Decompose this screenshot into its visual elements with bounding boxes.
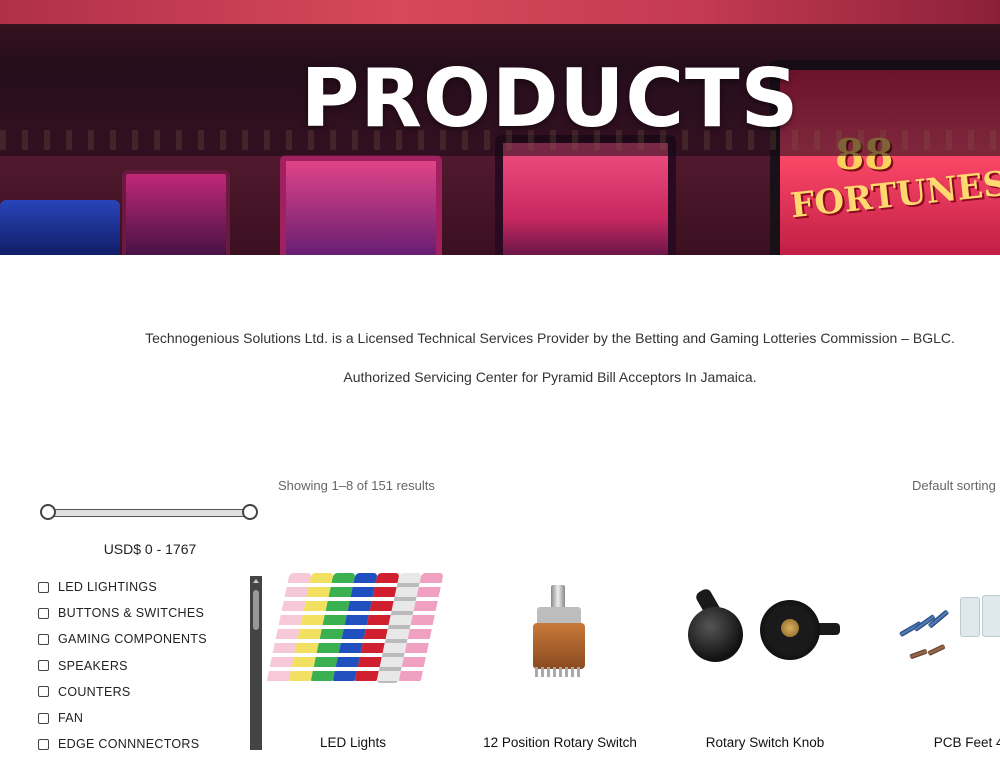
checkbox[interactable]: [38, 607, 49, 619]
screw: [909, 648, 928, 660]
price-slider-track: [48, 509, 254, 517]
scrollbar-thumb[interactable]: [253, 590, 259, 630]
intro-authorized-text: Authorized Servicing Center for Pyramid …: [343, 369, 757, 385]
screw: [927, 643, 946, 657]
scroll-up-icon[interactable]: [253, 579, 259, 583]
category-scrollbar[interactable]: [250, 576, 262, 750]
category-label: COUNTERS: [58, 684, 131, 699]
pcb-foot: [982, 595, 1000, 637]
price-slider-min-handle[interactable]: [40, 504, 56, 520]
pcb-foot: [960, 597, 980, 637]
slot-machine-image: [0, 200, 120, 255]
category-edge-connectors[interactable]: EDGE CONNNECTORS: [38, 731, 248, 757]
product-card[interactable]: 12 Position Rotary Switch: [475, 545, 645, 750]
category-label: LED LIGHTINGS: [58, 580, 158, 595]
hero-top-band: [0, 0, 1000, 24]
page-title: PRODUCTS: [300, 52, 800, 145]
category-label: FAN: [58, 711, 84, 726]
results-count: Showing 1–8 of 151 results: [278, 478, 435, 493]
price-slider-max-handle[interactable]: [242, 504, 258, 520]
switch-pins: [535, 667, 583, 677]
checkbox[interactable]: [38, 633, 49, 645]
knob-center: [781, 619, 799, 637]
price-slider[interactable]: [40, 504, 260, 520]
checkbox[interactable]: [38, 686, 49, 698]
checkbox[interactable]: [38, 660, 49, 672]
sorting-select[interactable]: Default sorting: [912, 478, 996, 493]
slot-machine-image: [280, 155, 442, 255]
category-label: BUTTONS & SWITCHES: [58, 606, 205, 621]
intro-licensed-text: Technogenious Solutions Ltd. is a Licens…: [145, 330, 955, 346]
category-fan[interactable]: FAN: [38, 705, 248, 731]
product-name[interactable]: LED Lights: [268, 735, 438, 750]
category-led-lightings[interactable]: LED LIGHTINGS: [38, 574, 248, 600]
category-label: GAMING COMPONENTS: [58, 632, 207, 647]
category-counters[interactable]: COUNTERS: [38, 679, 248, 705]
product-image[interactable]: [266, 545, 444, 715]
product-image[interactable]: [475, 545, 645, 715]
product-name[interactable]: PCB Feet 4 P: [890, 735, 1000, 750]
product-card[interactable]: Rotary Switch Knob: [680, 545, 850, 750]
checkbox[interactable]: [38, 712, 49, 724]
knob: [688, 607, 743, 662]
product-name[interactable]: Rotary Switch Knob: [680, 735, 850, 750]
category-label: SPEAKERS: [58, 658, 128, 673]
product-image[interactable]: [890, 545, 1000, 715]
price-range-label: USD$ 0 - 1767: [103, 541, 197, 557]
category-label: EDGE CONNNECTORS: [58, 737, 200, 752]
slot-machine-image: [122, 170, 230, 255]
product-image[interactable]: [680, 545, 850, 715]
checkbox[interactable]: [38, 581, 49, 593]
category-gaming-components[interactable]: GAMING COMPONENTS: [38, 626, 248, 652]
category-speakers[interactable]: SPEAKERS: [38, 653, 248, 679]
product-card[interactable]: LED Lights: [266, 545, 444, 750]
switch-body: [533, 623, 585, 669]
category-filter-list: LED LIGHTINGS BUTTONS & SWITCHES GAMING …: [38, 574, 248, 757]
category-buttons-switches[interactable]: BUTTONS & SWITCHES: [38, 600, 248, 626]
product-name[interactable]: 12 Position Rotary Switch: [475, 735, 645, 750]
checkbox[interactable]: [38, 738, 49, 750]
product-card[interactable]: PCB Feet 4 P: [890, 545, 1000, 750]
hero-banner: 88 FORTUNES PRODUCTS: [0, 0, 1000, 255]
